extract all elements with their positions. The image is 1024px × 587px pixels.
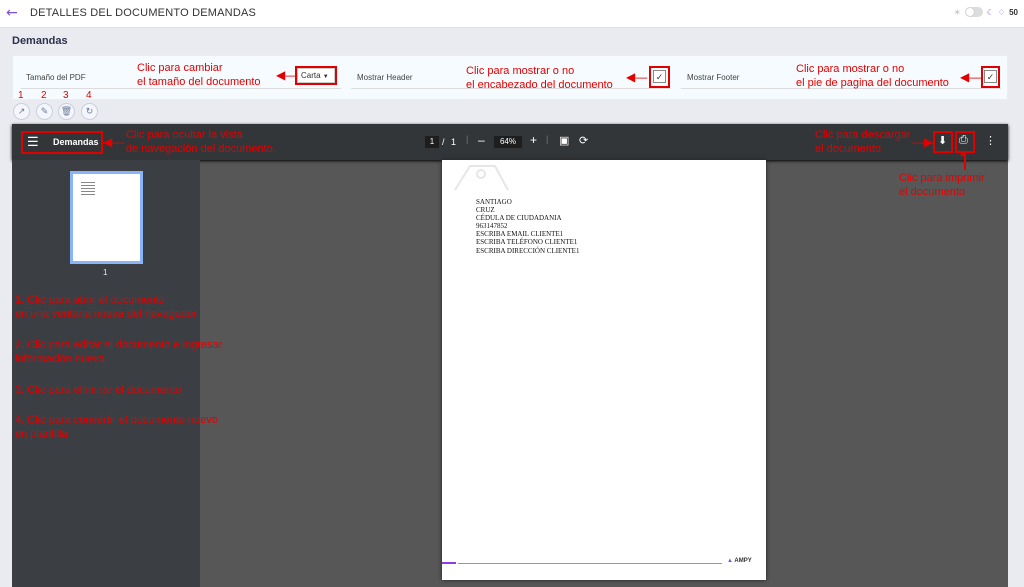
pdf-size-label: Tamaño del PDF bbox=[26, 73, 86, 82]
arrow-left-icon: ◀— bbox=[103, 135, 125, 149]
doc-line: ESCRIBA DIRECCIÓN CLIENTE1 bbox=[476, 246, 580, 255]
thumb-text-lines bbox=[81, 182, 95, 183]
divider: | bbox=[466, 134, 469, 144]
doc-line: ESCRIBA EMAIL CLIENTE1 bbox=[476, 230, 564, 239]
action-number: 4 bbox=[86, 90, 92, 101]
trash-icon: 🗑 bbox=[60, 106, 73, 116]
annotation: Clic para descargar el documento bbox=[815, 129, 911, 155]
footer-line bbox=[458, 563, 722, 564]
page-input[interactable]: 1 bbox=[425, 136, 439, 148]
annotation: Clic para mostrar o no el pie de pagina d… bbox=[796, 63, 949, 89]
divider: | bbox=[546, 134, 549, 144]
annotation: Clic para ocultar la vista de navegación … bbox=[126, 129, 276, 155]
zoom-input[interactable]: 64% bbox=[494, 136, 522, 148]
arrow-up-icon: ▲ bbox=[958, 148, 968, 159]
doc-line: CRUZ bbox=[476, 206, 495, 215]
action-number: 2 bbox=[41, 90, 47, 101]
doc-line: CÉDULA DE CIUDADANIA bbox=[476, 214, 562, 223]
check-icon: ✓ bbox=[986, 72, 995, 82]
footer-brand: ▲ AMPY bbox=[727, 558, 752, 564]
annotation: 4. Clic para convertir el documento nuev… bbox=[15, 414, 218, 440]
annotation: Clic para imprimir el documento bbox=[899, 172, 985, 198]
page-title: DETALLES DEL DOCUMENTO DEMANDAS bbox=[30, 7, 257, 19]
zoom-out-icon[interactable]: – bbox=[478, 133, 485, 147]
external-link-icon: ↗ bbox=[17, 106, 26, 116]
fit-page-icon[interactable]: ▣ bbox=[559, 134, 569, 147]
document-text: SANTIAGO CRUZ CÉDULA DE CIUDADANIA 96314… bbox=[476, 198, 579, 255]
action-number: 1 bbox=[18, 90, 24, 101]
open-new-window-button[interactable]: ↗ bbox=[13, 103, 30, 120]
arrow-left-icon: ◀— bbox=[276, 68, 298, 82]
section-title: Demandas bbox=[12, 35, 68, 47]
page-separator: / bbox=[442, 137, 445, 147]
notification-count: 50 bbox=[1009, 7, 1018, 17]
download-icon[interactable]: ⬇ bbox=[938, 134, 947, 147]
pdf-size-value: Carta bbox=[301, 71, 321, 80]
refresh-icon: ↻ bbox=[85, 106, 94, 116]
print-icon[interactable]: ⎙ bbox=[959, 134, 968, 147]
delete-button[interactable]: 🗑 bbox=[58, 103, 75, 120]
show-header-label: Mostrar Header bbox=[357, 73, 413, 82]
arrow-left-icon: ◀— bbox=[626, 70, 648, 84]
arrow-left-icon: ◀— bbox=[960, 70, 982, 84]
action-number: 3 bbox=[63, 90, 69, 101]
doc-line: SANTIAGO bbox=[476, 198, 512, 206]
thumbnail-page-number: 1 bbox=[103, 268, 108, 277]
moon-icon: ☾ bbox=[986, 7, 994, 17]
footer-accent bbox=[442, 562, 456, 564]
caret-down-icon: ▼ bbox=[322, 74, 329, 80]
show-footer-label: Mostrar Footer bbox=[687, 73, 740, 82]
annotation: 2. Clic para editar el documento e ingre… bbox=[15, 339, 223, 365]
annotation: 3. Clic para eliminar el documento bbox=[15, 384, 182, 396]
arrow-right-icon: —▶ bbox=[912, 135, 934, 149]
page-total: 1 bbox=[451, 137, 457, 147]
top-right-controls: ☀ ☾ ♢ 50 bbox=[954, 7, 1018, 17]
edit-icon: ✎ bbox=[40, 106, 49, 116]
sun-icon: ☀ bbox=[953, 7, 961, 17]
convert-template-button[interactable]: ↻ bbox=[81, 103, 98, 120]
bell-icon[interactable]: ♢ bbox=[998, 8, 1005, 17]
back-arrow-icon[interactable]: ← bbox=[6, 5, 18, 21]
page-thumbnail[interactable] bbox=[70, 171, 143, 264]
annotation: Clic para mostrar o no el encabezado del … bbox=[466, 65, 613, 91]
check-icon: ✓ bbox=[655, 72, 664, 82]
more-options-icon[interactable]: ⋮ bbox=[985, 134, 996, 147]
theme-toggle[interactable] bbox=[964, 7, 983, 17]
annotation: Clic para cambiar el tamaño del documento bbox=[137, 62, 261, 88]
edit-button[interactable]: ✎ bbox=[36, 103, 53, 120]
pdf-size-select[interactable]: Carta ▼ bbox=[297, 68, 335, 83]
zoom-in-icon[interactable]: + bbox=[530, 133, 537, 147]
highlight-box bbox=[21, 131, 103, 154]
annotation: 1. Clic para abrir el documento en una ve… bbox=[15, 294, 197, 320]
rotate-icon[interactable]: ⟳ bbox=[579, 134, 588, 147]
doc-line: ESCRIBA TELÉFONO CLIENTE1 bbox=[476, 238, 578, 247]
watermark-logo bbox=[454, 165, 509, 191]
show-header-checkbox[interactable]: ✓ bbox=[653, 70, 666, 83]
doc-line: 963147852 bbox=[476, 222, 508, 231]
show-footer-checkbox[interactable]: ✓ bbox=[984, 70, 997, 83]
